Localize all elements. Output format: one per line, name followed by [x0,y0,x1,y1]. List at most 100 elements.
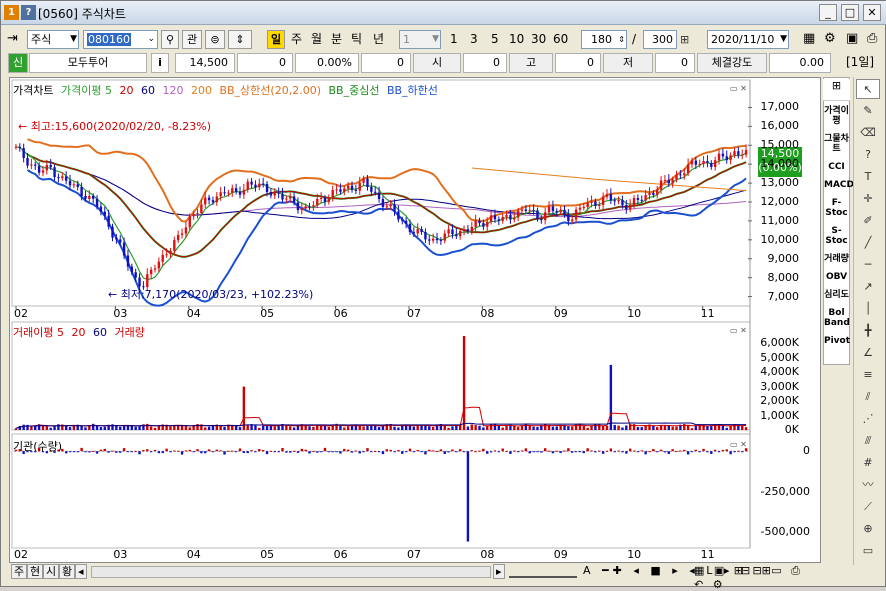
period-month-button[interactable]: 월 [311,30,322,49]
date-picker[interactable]: 2020/11/10 ▼ [707,30,789,49]
pencil-icon[interactable]: ✐ [856,211,880,231]
legend-bb-mid[interactable]: BB_중심선 [329,84,380,97]
indicator-add-icon[interactable]: ⊞ [823,79,850,101]
search-button[interactable]: ⚲ [161,30,179,49]
indicator-item[interactable]: Pivot [824,336,850,346]
count-stepper[interactable]: 180 ⇕ [581,30,627,49]
chart-canvas[interactable] [10,78,820,562]
scroll-left-button[interactable]: ◂ [75,564,87,579]
indicator-item[interactable]: CCI [824,162,849,172]
legend-institution[interactable]: 기관(수량) [13,440,62,453]
indicator-item[interactable]: 심리도 [824,290,849,300]
inst-bar [374,450,377,452]
window-number-badge[interactable]: 1 [4,5,19,20]
hline-icon[interactable]: ─ [856,255,880,275]
legend-vol-ma20[interactable]: 20 [71,326,85,339]
link-icon[interactable]: ⇥ [7,29,18,48]
vline-icon[interactable]: │ [856,299,880,319]
indicator-item[interactable]: 거래량 [824,254,849,264]
building-icon[interactable]: ▦ [803,29,815,48]
grid-icon[interactable]: # [856,453,880,473]
print-icon[interactable]: ⎙ [867,29,877,48]
interval-value: 1 [403,33,410,46]
inst-bar [219,450,222,452]
tab-status[interactable]: 황 [59,564,76,579]
save-icon[interactable]: ▣ [846,29,858,48]
close-button[interactable]: ✕ [863,4,881,21]
max-count-input[interactable]: 300 [643,30,677,49]
legend-bb-upper[interactable]: BB_상한선(20,2.00) [219,84,321,97]
indicator-item[interactable]: 가격이평 [824,106,849,126]
fibo-icon[interactable]: ≡ [856,365,880,385]
legend-bb-lower[interactable]: BB_하한선 [387,84,438,97]
gann-icon[interactable]: ⫻ [856,431,880,451]
legend-ma120[interactable]: 120 [162,84,183,97]
indicator-item[interactable]: S-Stoc [824,226,849,246]
market-select[interactable]: 주식 ▼ [27,30,79,49]
indicator-item[interactable]: MACD [824,180,854,190]
cursor-icon[interactable]: ↖ [856,79,880,99]
interval-10-button[interactable]: 10 [509,30,524,49]
chart-area[interactable]: 가격차트 가격이평 5 20 60 120 200 BB_상한선(20,2.00… [9,77,821,563]
fan-icon[interactable]: ⋰ [856,409,880,429]
shape-icon[interactable]: ▭ [856,541,880,561]
legend-price-chart[interactable]: 가격차트 [13,84,53,97]
inst-pane-controls[interactable]: ▭ ✕ [730,440,747,449]
volume-pane-controls[interactable]: ▭ ✕ [730,326,747,335]
maximize-button[interactable]: □ [841,4,859,21]
scroll-track[interactable] [91,566,491,578]
crosshair-icon[interactable]: ✛ [856,189,880,209]
legend-vol-ma60[interactable]: 60 [93,326,107,339]
legend-ma60[interactable]: 60 [141,84,155,97]
minimize-button[interactable]: _ [819,4,837,21]
ray-icon[interactable]: ↗ [856,277,880,297]
legend-volume[interactable]: 거래량 [114,326,144,339]
interval-3-button[interactable]: 3 [470,30,478,49]
period-minute-button[interactable]: 분 [331,30,342,49]
interval-1-button[interactable]: 1 [450,30,458,49]
stepper-button[interactable]: ⇕ [228,30,252,49]
view-button[interactable]: 관 [182,30,202,49]
period-day-button[interactable]: 일 [267,30,285,49]
auto-icon[interactable]: ⊕ [856,519,880,539]
cross-icon[interactable]: ╋ [856,321,880,341]
interval-select[interactable]: 1 ▼ [399,30,441,49]
gear-icon[interactable]: ⚙ [824,29,836,48]
text-icon[interactable]: T [856,167,880,187]
channel-icon[interactable]: ⫽ [856,387,880,407]
legend-vol-ma5[interactable]: 거래이평 5 [13,326,64,339]
period-year-button[interactable]: 년 [373,30,384,49]
wave-icon[interactable]: 〰 [856,475,880,495]
line-icon[interactable]: ╱ [856,233,880,253]
zoom-slider[interactable] [509,565,577,578]
legend-ma20[interactable]: 20 [119,84,133,97]
question-icon[interactable]: ? [856,145,880,165]
stock-code-input[interactable]: 080160 ⌄ [83,30,158,49]
interval-60-button[interactable]: 60 [553,30,568,49]
indicator-item[interactable]: Bol Band [824,308,850,328]
tab-market[interactable]: 시 [43,564,60,579]
info-button[interactable]: i [151,53,169,73]
angle-icon[interactable]: ∠ [856,343,880,363]
price-pane-controls[interactable]: ▭ ✕ [730,84,747,93]
help-badge[interactable]: ? [21,5,36,20]
inst-bar [466,451,470,542]
eraser-icon[interactable]: ✎ [856,101,880,121]
delete-all-icon[interactable]: ⌫ [856,123,880,143]
trend-icon[interactable]: ⟋ [856,497,880,517]
tab-main[interactable]: 주 [11,564,28,579]
indicator-item[interactable]: OBV [824,272,849,282]
sync-button[interactable]: ⊜ [205,30,225,49]
interval-5-button[interactable]: 5 [491,30,499,49]
period-week-button[interactable]: 주 [291,30,302,49]
indicator-item[interactable]: 그물차트 [824,134,849,154]
tab-current[interactable]: 현 [27,564,44,579]
legend-ma200[interactable]: 200 [191,84,212,97]
volume-bar [420,425,423,430]
legend-ma5[interactable]: 가격이평 5 [61,84,112,97]
scroll-right-button[interactable]: ▸ [493,564,505,579]
interval-30-button[interactable]: 30 [531,30,546,49]
indicator-item[interactable]: F-Stoc [824,198,849,218]
period-tick-button[interactable]: 틱 [351,30,362,49]
reset-icon[interactable]: ⊞ [680,30,689,49]
